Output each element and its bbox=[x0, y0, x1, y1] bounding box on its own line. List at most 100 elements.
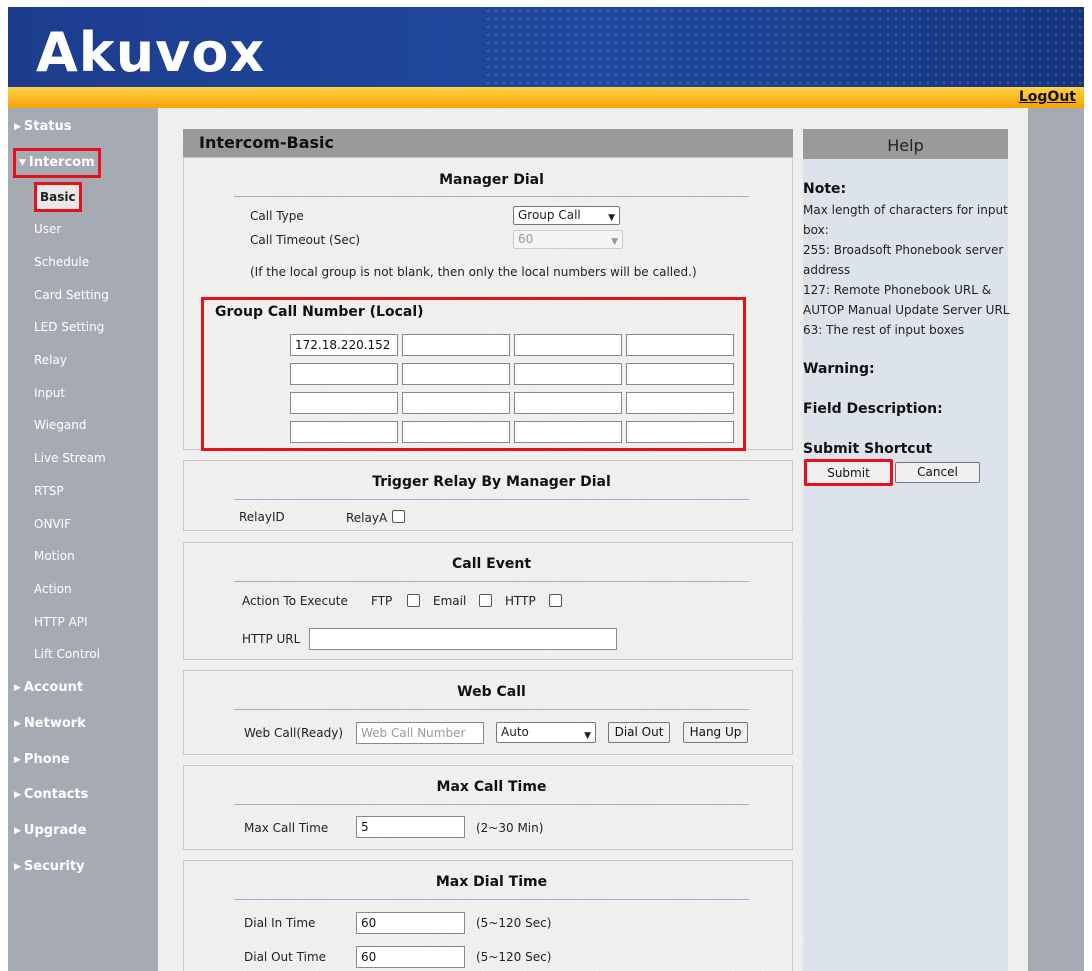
triangle-right-icon: ▶ bbox=[14, 719, 21, 729]
relay-a-label: RelayA bbox=[346, 511, 388, 525]
sidebar-item-schedule[interactable]: Schedule bbox=[34, 250, 95, 274]
group-call-number-title: Group Call Number (Local) bbox=[215, 304, 424, 320]
help-note-line: AUTOP Manual Update Server URL bbox=[803, 303, 1010, 317]
sidebar-item-user[interactable]: User bbox=[34, 217, 67, 241]
group-call-number-input[interactable] bbox=[626, 363, 734, 385]
sidebar-group-network[interactable]: ▶ Network bbox=[6, 711, 92, 737]
right-gutter bbox=[1028, 108, 1084, 971]
sidebar-group-phone[interactable]: ▶ Phone bbox=[6, 747, 76, 773]
help-note-line: Max length of characters for input bbox=[803, 203, 1008, 217]
sidebar-group-security[interactable]: ▶ Security bbox=[6, 854, 91, 880]
group-call-number-input[interactable] bbox=[290, 421, 398, 443]
manager-dial-title: Manager Dial bbox=[439, 172, 544, 188]
sidebar-item-motion[interactable]: Motion bbox=[34, 544, 81, 568]
sidebar-group-upgrade[interactable]: ▶ Upgrade bbox=[6, 818, 92, 844]
relay-a-checkbox[interactable] bbox=[392, 510, 405, 523]
hang-up-button[interactable]: Hang Up bbox=[683, 722, 748, 743]
web-call-mode-select[interactable]: Auto ▼ bbox=[496, 722, 596, 743]
dial-in-time-label: Dial In Time bbox=[244, 916, 316, 930]
help-submit-shortcut-heading: Submit Shortcut bbox=[803, 441, 933, 457]
divider bbox=[234, 804, 749, 805]
triangle-right-icon: ▶ bbox=[14, 755, 21, 765]
dial-out-time-input[interactable] bbox=[356, 946, 465, 968]
sidebar-item-basic[interactable]: Basic bbox=[34, 182, 82, 212]
trigger-relay-title: Trigger Relay By Manager Dial bbox=[372, 474, 611, 490]
group-call-number-input[interactable] bbox=[626, 392, 734, 414]
divider bbox=[234, 499, 749, 500]
cancel-button[interactable]: Cancel bbox=[895, 462, 980, 483]
akuvox-logo: Akuvox bbox=[36, 21, 266, 84]
triangle-right-icon: ▶ bbox=[14, 826, 21, 836]
help-note-line: 255: Broadsoft Phonebook server bbox=[803, 243, 1004, 257]
trigger-relay-panel: Trigger Relay By Manager Dial RelayID Re… bbox=[183, 460, 793, 531]
help-note-line: 63: The rest of input boxes bbox=[803, 323, 965, 337]
chevron-down-icon: ▼ bbox=[584, 731, 591, 741]
divider bbox=[234, 899, 749, 900]
group-call-number-input[interactable] bbox=[514, 421, 622, 443]
http-checkbox[interactable] bbox=[549, 594, 562, 607]
ftp-checkbox[interactable] bbox=[407, 594, 420, 607]
call-timeout-label: Call Timeout (Sec) bbox=[250, 233, 361, 247]
group-call-number-input[interactable] bbox=[290, 363, 398, 385]
triangle-right-icon: ▶ bbox=[14, 862, 21, 872]
group-call-number-input[interactable] bbox=[514, 392, 622, 414]
sidebar-item-relay[interactable]: Relay bbox=[34, 348, 73, 372]
triangle-right-icon: ▶ bbox=[14, 122, 21, 132]
dial-in-time-range: (5~120 Sec) bbox=[476, 916, 552, 930]
sidebar-item-action[interactable]: Action bbox=[34, 577, 78, 601]
help-title: Help bbox=[803, 129, 1008, 159]
sidebar-item-input[interactable]: Input bbox=[34, 381, 71, 405]
call-event-title: Call Event bbox=[451, 556, 532, 572]
divider bbox=[234, 196, 749, 197]
email-checkbox[interactable] bbox=[479, 594, 492, 607]
http-url-input[interactable] bbox=[309, 628, 617, 650]
sidebar-item-onvif[interactable]: ONVIF bbox=[34, 512, 77, 536]
call-event-panel: Call Event Action To Execute FTP Email H… bbox=[183, 542, 793, 660]
sidebar-item-lift-control[interactable]: Lift Control bbox=[34, 642, 106, 666]
dial-out-button[interactable]: Dial Out bbox=[608, 722, 670, 743]
help-field-description-heading: Field Description: bbox=[803, 401, 943, 417]
group-call-number-input[interactable] bbox=[402, 363, 510, 385]
top-bar: LogOut bbox=[8, 87, 1084, 108]
call-timeout-select: 60 ▼ bbox=[513, 230, 623, 249]
group-call-number-input[interactable] bbox=[402, 334, 510, 356]
sidebar-group-contacts[interactable]: ▶ Contacts bbox=[6, 782, 94, 808]
sidebar-group-intercom[interactable]: ▼ Intercom bbox=[13, 148, 101, 178]
web-call-label: Web Call(Ready) bbox=[244, 726, 343, 740]
header-banner: Akuvox bbox=[8, 7, 1084, 87]
relay-id-label: RelayID bbox=[239, 510, 285, 524]
max-dial-time-title: Max Dial Time bbox=[435, 874, 548, 890]
logout-link[interactable]: LogOut bbox=[1019, 89, 1076, 105]
group-call-number-input[interactable] bbox=[514, 334, 622, 356]
sidebar-item-live-stream[interactable]: Live Stream bbox=[34, 446, 112, 470]
sidebar-item-wiegand[interactable]: Wiegand bbox=[34, 413, 93, 437]
sidebar-item-led-setting[interactable]: LED Setting bbox=[34, 315, 110, 339]
help-warning-heading: Warning: bbox=[803, 361, 875, 377]
sidebar-item-rtsp[interactable]: RTSP bbox=[34, 479, 70, 503]
group-call-number-input[interactable] bbox=[514, 363, 622, 385]
web-call-panel: Web Call Web Call(Ready) Auto▼ Dial Out … bbox=[183, 670, 793, 755]
call-type-label: Call Type bbox=[250, 209, 304, 223]
triangle-right-icon: ▶ bbox=[14, 790, 21, 800]
sidebar-group-account[interactable]: ▶ Account bbox=[6, 675, 89, 701]
group-call-number-input[interactable] bbox=[626, 421, 734, 443]
web-call-number-input[interactable] bbox=[356, 722, 484, 744]
group-call-number-input[interactable] bbox=[402, 392, 510, 414]
triangle-right-icon: ▶ bbox=[14, 683, 21, 693]
sidebar-item-card-setting[interactable]: Card Setting bbox=[34, 283, 115, 307]
web-call-title: Web Call bbox=[457, 684, 526, 700]
sidebar-item-http-api[interactable]: HTTP API bbox=[34, 610, 94, 634]
call-type-select[interactable]: Group Call ▼ bbox=[513, 206, 620, 225]
divider bbox=[234, 709, 749, 710]
group-call-number-input[interactable] bbox=[290, 334, 398, 356]
sidebar-group-status[interactable]: ▶ Status bbox=[6, 114, 77, 140]
ftp-label: FTP bbox=[371, 594, 393, 608]
group-call-number-input[interactable] bbox=[290, 392, 398, 414]
email-label: Email bbox=[433, 594, 467, 608]
group-call-number-input[interactable] bbox=[402, 421, 510, 443]
group-call-number-input[interactable] bbox=[626, 334, 734, 356]
max-call-time-input[interactable] bbox=[356, 816, 465, 838]
submit-button[interactable]: Submit bbox=[804, 459, 893, 486]
dial-in-time-input[interactable] bbox=[356, 912, 465, 934]
help-panel: Help Note: Max length of characters for … bbox=[803, 129, 1010, 971]
